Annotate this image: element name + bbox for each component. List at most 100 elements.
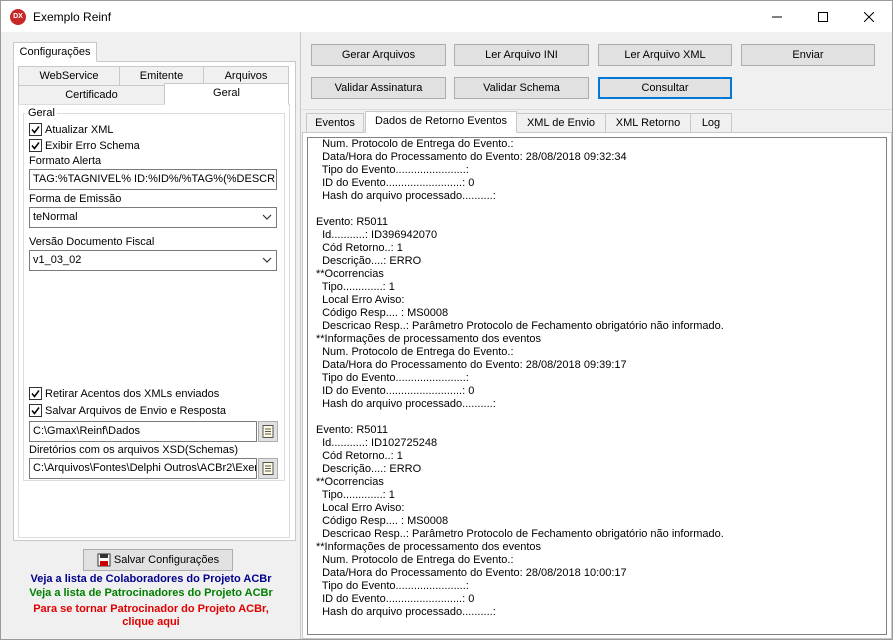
exibir-erro-schema-checkbox[interactable]: Exibir Erro Schema xyxy=(29,139,140,152)
versao-label: Versão Documento Fiscal xyxy=(29,236,155,248)
check-icon xyxy=(31,142,40,150)
salvar-arquivos-checkbox[interactable]: Salvar Arquivos de Envio e Resposta xyxy=(29,404,226,417)
maximize-icon xyxy=(818,11,828,22)
memo-line: Tipo do Evento.......................: xyxy=(316,372,469,384)
memo-line: Data/Hora do Processamento do Evento: 28… xyxy=(316,359,627,371)
check-icon xyxy=(31,390,40,398)
minimize-icon xyxy=(772,16,782,17)
memo-line: Id...........: ID102725248 xyxy=(316,437,438,449)
memo-line xyxy=(308,411,886,424)
tab-xml-retorno[interactable]: XML Retorno xyxy=(605,113,691,133)
memo-line: **Ocorrencias xyxy=(316,268,384,280)
main-area: Gerar Arquivos Ler Arquivo INI Ler Arqui… xyxy=(302,32,892,639)
memo-line: Hash do arquivo processado..........: xyxy=(316,190,496,202)
main-window: DX Exemplo Reinf Configurações WebServic… xyxy=(0,0,893,640)
memo-line: Data/Hora do Processamento do Evento: 28… xyxy=(316,151,627,163)
memo-line: Hash do arquivo processado..........: xyxy=(316,606,496,618)
tab-eventos[interactable]: Eventos xyxy=(306,113,364,133)
memo-line: Num. Protocolo de Entrega do Evento.: xyxy=(316,138,514,150)
checkbox-label: Retirar Acentos dos XMLs enviados xyxy=(45,387,220,400)
validar-assinatura-button[interactable]: Validar Assinatura xyxy=(311,77,446,99)
forma-emissao-label: Forma de Emissão xyxy=(29,193,122,205)
checkbox-label: Exibir Erro Schema xyxy=(45,139,140,152)
document-icon xyxy=(262,425,274,438)
tab-xml-envio[interactable]: XML de Envio xyxy=(516,113,606,133)
memo-line: Local Erro Aviso: xyxy=(316,502,405,514)
memo-line: Hash do arquivo processado..........: xyxy=(316,398,496,410)
select-value: teNormal xyxy=(33,211,78,223)
validar-schema-button[interactable]: Validar Schema xyxy=(454,77,589,99)
retorno-page: Num. Protocolo de Entrega do Evento.: Da… xyxy=(302,132,892,639)
colaboradores-link[interactable]: Veja a lista de Colaboradores do Projeto… xyxy=(1,573,301,585)
memo-line: Tipo.............: 1 xyxy=(316,281,395,293)
schemas-label: Diretórios com os arquivos XSD(Schemas) xyxy=(29,444,239,456)
button-label: Salvar Configurações xyxy=(113,554,220,566)
memo-line: Data/Hora do Processamento do Evento: 28… xyxy=(316,567,627,579)
memo-line: Evento: R5011 xyxy=(316,216,388,228)
memo-line: Descricao Resp..: Parâmetro Protocolo de… xyxy=(316,320,724,332)
window-title: Exemplo Reinf xyxy=(33,10,112,24)
consultar-button[interactable]: Consultar xyxy=(598,77,732,99)
browse-dados-button[interactable] xyxy=(258,421,278,442)
tab-geral[interactable]: Geral xyxy=(164,83,289,105)
patrocinar-link-line1[interactable]: Para se tornar Patrocinador do Projeto A… xyxy=(1,603,301,615)
memo-line xyxy=(308,203,886,216)
memo-line: Evento: R5011 xyxy=(316,424,388,436)
path-schemas-input[interactable]: C:\Arquivos\Fontes\Delphi Outros\ACBr2\E… xyxy=(29,458,257,479)
retorno-memo[interactable]: Num. Protocolo de Entrega do Evento.: Da… xyxy=(307,137,887,635)
browse-schemas-button[interactable] xyxy=(258,458,278,479)
title-bar[interactable]: DX Exemplo Reinf xyxy=(1,1,892,32)
checkbox-label: Salvar Arquivos de Envio e Resposta xyxy=(45,404,226,417)
ler-arquivo-ini-button[interactable]: Ler Arquivo INI xyxy=(454,44,589,66)
close-button[interactable] xyxy=(846,1,892,32)
maximize-button[interactable] xyxy=(800,1,846,32)
atualizar-xml-checkbox[interactable]: Atualizar XML xyxy=(29,123,113,136)
chevron-down-icon xyxy=(262,214,272,220)
forma-emissao-select[interactable]: teNormal xyxy=(29,207,277,228)
memo-line: **Ocorrencias xyxy=(316,476,384,488)
checkbox-label: Atualizar XML xyxy=(45,123,114,136)
memo-line: Código Resp.... : MS0008 xyxy=(316,515,449,527)
formato-alerta-input[interactable]: TAG:%TAGNIVEL% ID:%ID%/%TAG%(%DESCRI xyxy=(29,169,277,190)
versao-select[interactable]: v1_03_02 xyxy=(29,250,277,271)
config-page: WebService Emitente Arquivos Certificado… xyxy=(13,61,296,541)
checkbox-box xyxy=(29,139,42,152)
memo-line: ID do Evento.........................: 0 xyxy=(316,385,475,397)
save-icon xyxy=(97,553,111,567)
config-panel: Configurações WebService Emitente Arquiv… xyxy=(1,32,301,639)
memo-line: Cód Retorno..: 1 xyxy=(316,242,403,254)
document-icon xyxy=(262,462,274,475)
patrocinadores-link[interactable]: Veja a lista de Patrocinadores do Projet… xyxy=(1,587,301,599)
enviar-button[interactable]: Enviar xyxy=(741,44,875,66)
memo-line: Código Resp.... : MS0008 xyxy=(316,307,449,319)
patrocinar-link-line2[interactable]: clique aqui xyxy=(1,616,301,628)
memo-line: ID do Evento.........................: 0 xyxy=(316,177,475,189)
select-value: v1_03_02 xyxy=(33,254,82,266)
path-dados-input[interactable]: C:\Gmax\Reinf\Dados xyxy=(29,421,257,442)
tab-dados-retorno[interactable]: Dados de Retorno Eventos xyxy=(365,111,517,133)
memo-line: Tipo do Evento.......................: xyxy=(316,580,469,592)
app-icon: DX xyxy=(10,9,26,25)
minimize-button[interactable] xyxy=(754,1,800,32)
tab-certificado[interactable]: Certificado xyxy=(18,85,165,105)
memo-line: Id...........: ID396942070 xyxy=(316,229,438,241)
gerar-arquivos-button[interactable]: Gerar Arquivos xyxy=(311,44,446,66)
memo-line: Local Erro Aviso: xyxy=(316,294,405,306)
tab-log[interactable]: Log xyxy=(690,113,732,133)
ler-arquivo-xml-button[interactable]: Ler Arquivo XML xyxy=(598,44,732,66)
action-toolbar: Gerar Arquivos Ler Arquivo INI Ler Arqui… xyxy=(302,32,892,110)
geral-page: Geral Atualizar XML Exibir Erro Schema F… xyxy=(18,104,290,538)
tab-configuracoes[interactable]: Configurações xyxy=(13,42,97,62)
salvar-configuracoes-button[interactable]: Salvar Configurações xyxy=(83,549,233,571)
checkbox-box xyxy=(29,387,42,400)
retirar-acentos-checkbox[interactable]: Retirar Acentos dos XMLs enviados xyxy=(29,387,219,400)
tab-webservice[interactable]: WebService xyxy=(18,66,120,86)
memo-line: Descrição....: ERRO xyxy=(316,463,422,475)
close-icon xyxy=(864,11,874,22)
memo-line: Tipo do Evento.......................: xyxy=(316,164,469,176)
memo-line: Tipo.............: 1 xyxy=(316,489,395,501)
checkbox-box xyxy=(29,404,42,417)
memo-line: **Informações de processamento dos event… xyxy=(316,541,542,553)
memo-line: Descricao Resp..: Parâmetro Protocolo de… xyxy=(316,528,724,540)
group-title: Geral xyxy=(26,107,57,119)
